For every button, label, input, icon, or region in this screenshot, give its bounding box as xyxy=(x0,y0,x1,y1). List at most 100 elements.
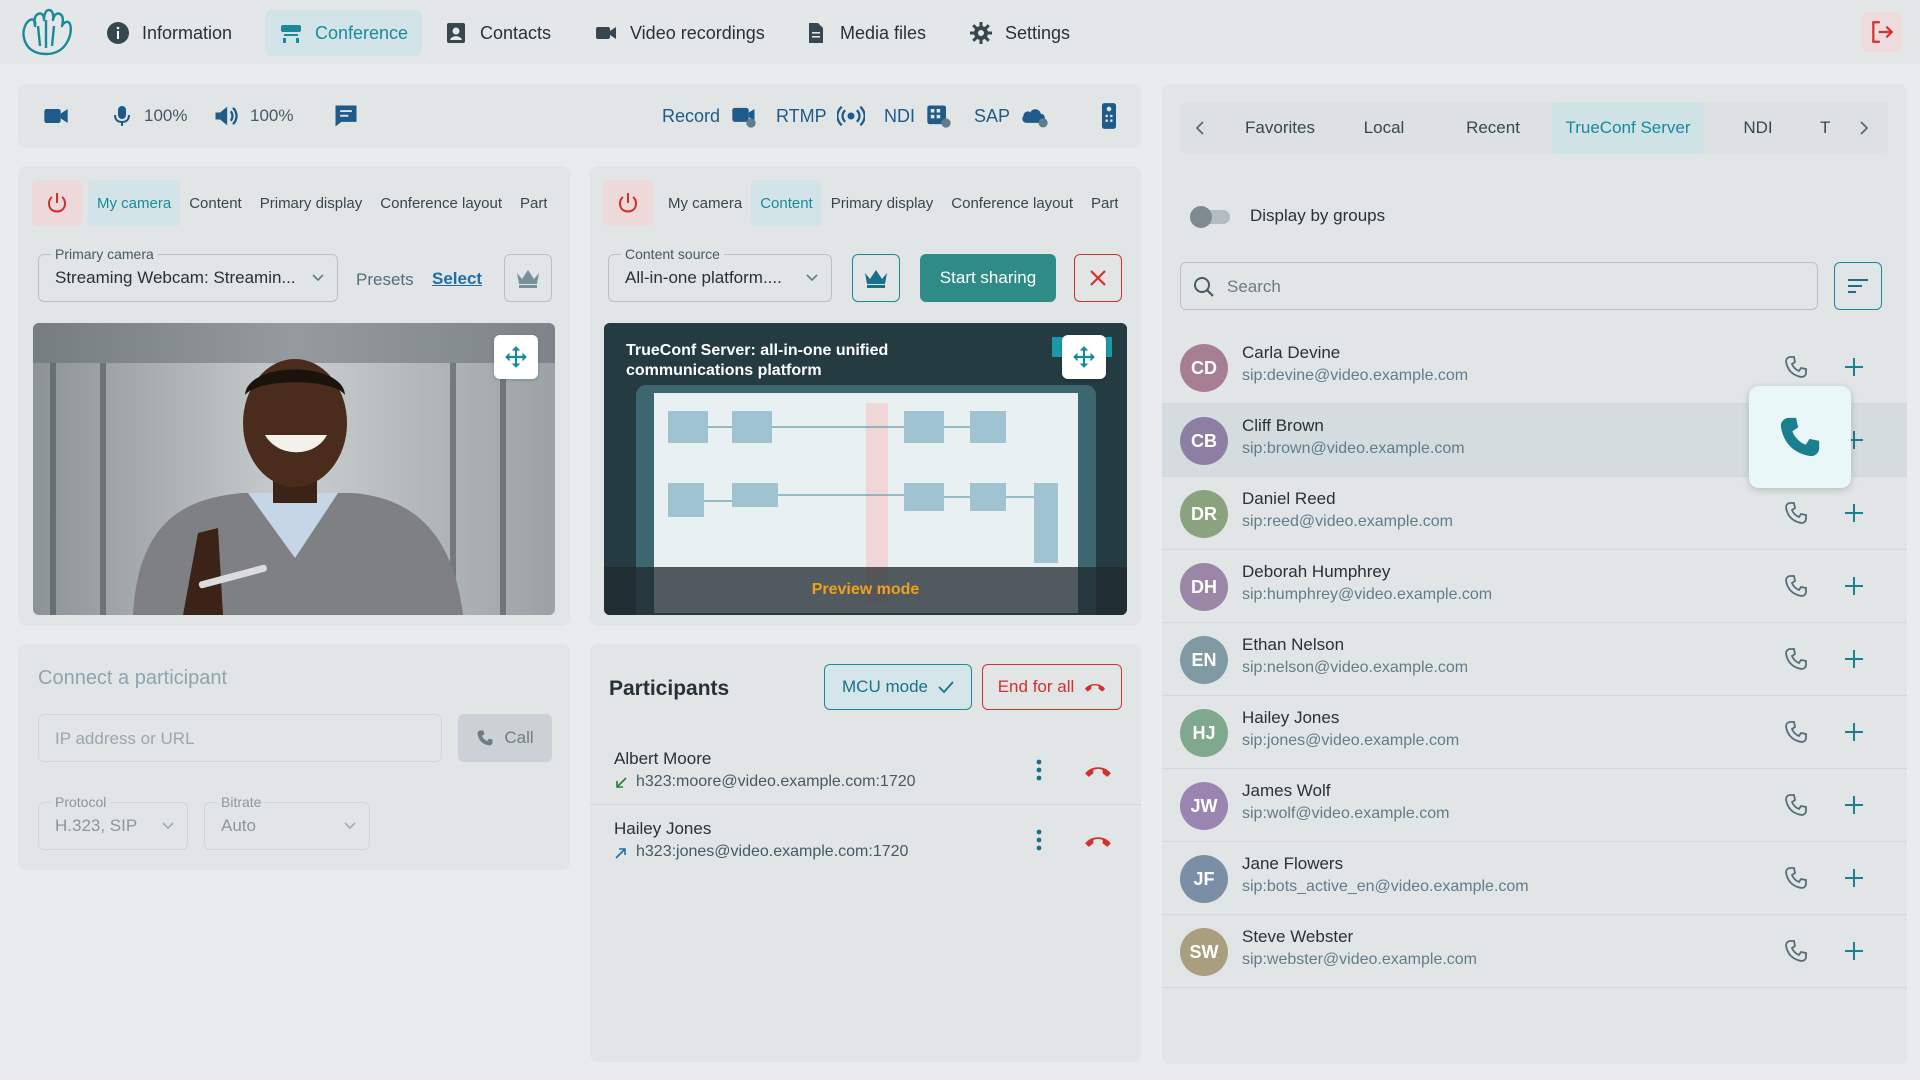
slide-title-line-1: TrueConf Server: all-in-one unified xyxy=(626,342,889,359)
rtmp-button[interactable]: RTMP xyxy=(776,84,865,148)
add-icon[interactable] xyxy=(1842,720,1866,744)
right-crown-button[interactable] xyxy=(852,254,900,302)
right-power-button[interactable] xyxy=(603,180,653,226)
more-vertical-icon[interactable] xyxy=(1036,759,1042,781)
phone-icon[interactable] xyxy=(1784,501,1808,525)
add-icon[interactable] xyxy=(1842,866,1866,890)
phone-icon[interactable] xyxy=(1784,866,1808,890)
left-tab-participants[interactable]: Parti xyxy=(511,180,547,226)
move-arrows-icon xyxy=(1073,346,1095,368)
contact-row[interactable]: HJ Hailey Jones sip:jones@video.example.co… xyxy=(1162,696,1907,769)
nav-video-recordings[interactable]: Video recordings xyxy=(580,10,779,56)
tabs-scroll-right-button[interactable] xyxy=(1844,102,1884,154)
right-tab-primary-display[interactable]: Primary display xyxy=(822,180,943,226)
add-icon[interactable] xyxy=(1842,939,1866,963)
call-contact-popup-button[interactable] xyxy=(1749,386,1851,488)
contacts-tab-trueconf-server[interactable]: TrueConf Server xyxy=(1552,102,1704,154)
phone-icon[interactable] xyxy=(1784,939,1808,963)
microphone-level: 100% xyxy=(144,106,188,125)
add-icon[interactable] xyxy=(1842,355,1866,379)
rtmp-label: RTMP xyxy=(776,105,827,126)
content-source-label: Content source xyxy=(621,246,724,262)
contacts-tab-recent[interactable]: Recent xyxy=(1440,102,1546,154)
start-sharing-button[interactable]: Start sharing xyxy=(920,254,1056,302)
left-tab-primary-display[interactable]: Primary display xyxy=(251,180,372,226)
contact-row[interactable]: JF Jane Flowers sip:bots_active_en@video.e… xyxy=(1162,842,1907,915)
nav-conference[interactable]: Conference xyxy=(265,10,423,56)
right-tab-content[interactable]: Content xyxy=(751,180,822,226)
left-tab-my-camera[interactable]: My camera xyxy=(88,180,181,226)
contacts-tab-favorites[interactable]: Favorites xyxy=(1228,102,1332,154)
call-button[interactable]: Call xyxy=(458,714,552,762)
camera-toggle[interactable] xyxy=(42,84,70,148)
remote-control-button[interactable] xyxy=(1100,84,1118,148)
tabs-scroll-left-button[interactable] xyxy=(1180,102,1220,154)
slide-title-line-2: communications platform xyxy=(626,362,822,379)
contacts-tab-local[interactable]: Local xyxy=(1336,102,1432,154)
right-tab-conference-layout[interactable]: Conference layout xyxy=(942,180,1082,226)
remote-control-icon xyxy=(1102,103,1116,129)
speaker-control[interactable]: 100% xyxy=(212,84,293,148)
chat-button[interactable] xyxy=(332,84,360,148)
hangup-icon[interactable] xyxy=(1084,764,1112,778)
hangup-icon[interactable] xyxy=(1084,834,1112,848)
left-tab-content[interactable]: Content xyxy=(180,180,251,226)
display-by-groups-toggle[interactable] xyxy=(1190,206,1234,228)
content-source-select[interactable]: Content source All-in-one platform.... xyxy=(608,246,832,302)
contact-sip: sip:webster@video.example.com xyxy=(1242,951,1478,968)
right-tab-my-camera[interactable]: My camera xyxy=(659,180,751,226)
record-button[interactable]: Record xyxy=(662,84,758,148)
contact-row[interactable]: EN Ethan Nelson sip:nelson@video.example.c… xyxy=(1162,623,1907,696)
participant-row[interactable]: Hailey Jones h323:jones@video.example.co… xyxy=(590,805,1141,875)
contact-row[interactable]: JW James Wolf sip:wolf@video.example.com xyxy=(1162,769,1907,842)
nav-settings[interactable]: Settings xyxy=(955,10,1084,56)
right-source-tabs: My camera Content Primary display Confer… xyxy=(603,180,1125,226)
phone-icon[interactable] xyxy=(1784,720,1808,744)
left-move-button[interactable] xyxy=(494,335,538,379)
microphone-control[interactable]: 100% xyxy=(110,84,187,148)
phone-icon[interactable] xyxy=(1784,574,1808,598)
contact-row[interactable]: DH Deborah Humphrey sip:humphrey@video.exa… xyxy=(1162,550,1907,623)
logout-button[interactable] xyxy=(1862,12,1902,52)
left-crown-button[interactable] xyxy=(504,254,552,302)
add-icon[interactable] xyxy=(1842,501,1866,525)
phone-icon[interactable] xyxy=(1784,647,1808,671)
left-power-button[interactable] xyxy=(32,180,82,226)
contact-sip: sip:humphrey@video.example.com xyxy=(1242,586,1493,603)
contact-row[interactable]: SW Steve Webster sip:webster@video.example… xyxy=(1162,915,1907,988)
media-files-icon xyxy=(809,23,823,43)
phone-icon[interactable] xyxy=(1784,355,1808,379)
bitrate-select[interactable]: Bitrate Auto xyxy=(204,794,370,850)
participant-row[interactable]: Albert Moore h323:moore@video.example.co… xyxy=(590,735,1141,805)
contacts-tab-more[interactable]: T xyxy=(1812,102,1840,154)
end-for-all-label: End for all xyxy=(997,677,1075,696)
more-vertical-icon[interactable] xyxy=(1036,829,1042,851)
phone-icon xyxy=(477,730,493,746)
nav-contacts[interactable]: Contacts xyxy=(430,10,565,56)
sort-filter-button[interactable] xyxy=(1834,262,1882,310)
mcu-mode-button[interactable]: MCU mode xyxy=(824,664,972,710)
primary-camera-select[interactable]: Primary camera Streaming Webcam: Streami… xyxy=(38,246,338,302)
add-icon[interactable] xyxy=(1842,574,1866,598)
conference-icon xyxy=(281,25,301,43)
avatar: EN xyxy=(1180,636,1228,684)
nav-media-files[interactable]: Media files xyxy=(790,10,940,56)
contacts-icon xyxy=(447,23,465,43)
sap-button[interactable]: SAP xyxy=(974,84,1050,148)
nav-information[interactable]: Information xyxy=(92,10,246,56)
protocol-select[interactable]: Protocol H.323, SIP xyxy=(38,794,188,850)
contacts-tab-ndi[interactable]: NDI xyxy=(1710,102,1806,154)
left-tab-conference-layout[interactable]: Conference layout xyxy=(371,180,511,226)
add-icon[interactable] xyxy=(1842,793,1866,817)
phone-icon[interactable] xyxy=(1784,793,1808,817)
stop-content-button[interactable] xyxy=(1074,254,1122,302)
end-for-all-button[interactable]: End for all xyxy=(982,664,1122,710)
right-move-button[interactable] xyxy=(1062,335,1106,379)
ndi-button[interactable]: NDI xyxy=(884,84,953,148)
right-tab-participants[interactable]: Parti xyxy=(1082,180,1118,226)
contacts-search-input[interactable]: Search xyxy=(1180,262,1818,310)
presets-select-link[interactable]: Select xyxy=(432,269,482,289)
add-icon[interactable] xyxy=(1842,647,1866,671)
address-input[interactable]: IP address or URL xyxy=(38,714,442,762)
slide-title: TrueConf Server: all-in-one unified comm… xyxy=(626,341,966,381)
